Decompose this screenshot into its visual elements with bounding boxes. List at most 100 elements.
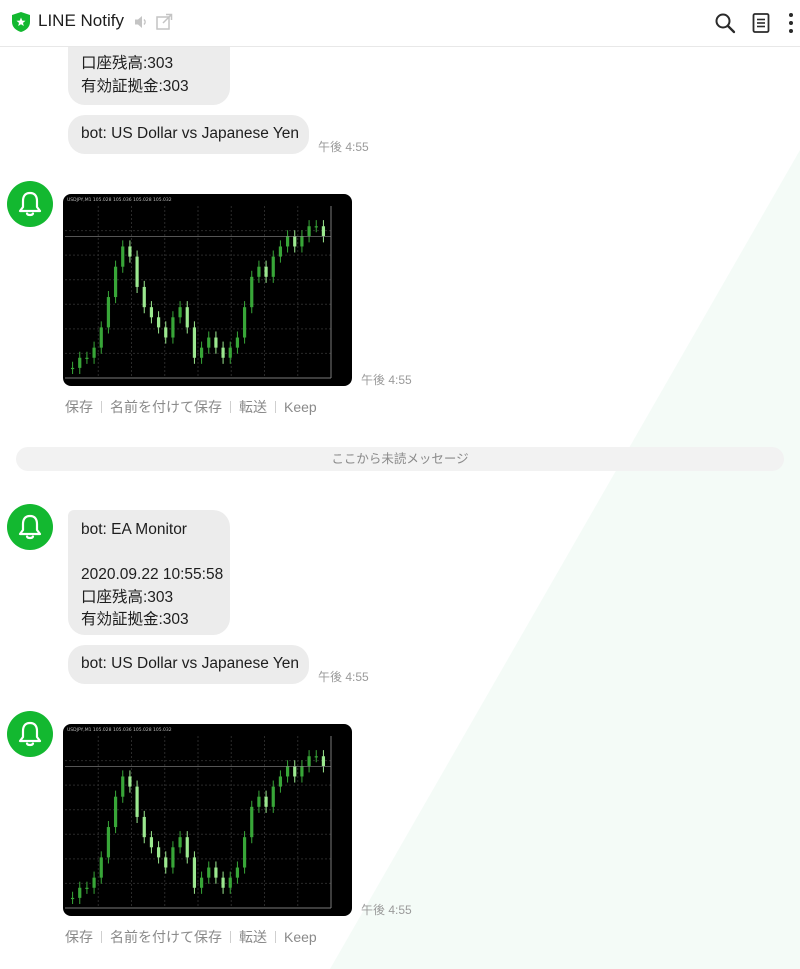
save-action[interactable]: 保存 xyxy=(65,397,93,417)
message-line: 有効証拠金:303 xyxy=(81,77,189,95)
message-bubble[interactable]: bot: US Dollar vs Japanese Yen xyxy=(68,645,309,684)
candle-body xyxy=(113,796,118,828)
candle-body xyxy=(264,266,268,277)
message-line xyxy=(81,542,217,565)
candle-body xyxy=(85,887,89,889)
candle-body xyxy=(178,837,182,848)
candle-body xyxy=(164,857,168,868)
candle-body xyxy=(214,337,218,348)
message-bubble[interactable]: bot: EA Monitor 2020.09.22 10:55:58 口座残高… xyxy=(68,510,230,635)
unread-divider: ここから未読メッセージ xyxy=(16,447,784,471)
candle-body xyxy=(300,766,304,777)
message-bubble[interactable]: 口座残高:303 有効証拠金:303 xyxy=(68,40,230,105)
candle-body xyxy=(192,857,197,888)
save-as-action[interactable]: 名前を付けて保存 xyxy=(110,397,222,417)
candle-body xyxy=(185,307,189,328)
candle-body xyxy=(70,897,75,900)
candle-body xyxy=(149,307,154,318)
candle-body xyxy=(178,307,182,318)
bot-avatar[interactable] xyxy=(7,711,53,757)
candle-body xyxy=(321,756,326,767)
message-line: 口座残高:303 xyxy=(81,55,174,72)
chart-svg: USDJPY,M1 105.028 105.036 105.028 105.03… xyxy=(65,727,332,909)
search-icon[interactable] xyxy=(714,12,736,34)
keep-action[interactable]: Keep xyxy=(284,929,317,945)
candle-body xyxy=(314,226,318,228)
candle-body xyxy=(135,256,139,287)
candle-body xyxy=(106,297,111,328)
bell-icon xyxy=(18,721,42,747)
chart-header-text: USDJPY,M1 105.028 105.036 105.028 105.03… xyxy=(67,197,172,203)
candle-body xyxy=(228,347,232,358)
chat-title: LINE Notify xyxy=(38,11,124,30)
candle-body xyxy=(85,357,89,359)
action-divider xyxy=(230,931,231,943)
save-action[interactable]: 保存 xyxy=(65,927,93,947)
candle-body xyxy=(113,266,118,298)
image-actions: 保存 名前を付けて保存 転送 Keep xyxy=(65,927,317,947)
message-line: 口座残高:303 xyxy=(81,588,174,606)
header-bar: LINE Notify xyxy=(0,0,800,47)
candle-body xyxy=(307,226,311,237)
candle-body xyxy=(235,867,240,878)
candle-body xyxy=(242,837,247,868)
candle-body xyxy=(78,357,82,368)
candle-body xyxy=(156,847,161,858)
bell-icon xyxy=(18,514,42,540)
forward-action[interactable]: 転送 xyxy=(239,927,267,947)
message-line: 有効証拠金:303 xyxy=(81,611,189,628)
popout-icon[interactable] xyxy=(156,13,173,30)
candle-body xyxy=(321,226,326,237)
candle-body xyxy=(264,796,268,807)
candle-body xyxy=(228,877,232,888)
message-timestamp: 午後 4:55 xyxy=(318,140,369,154)
notes-icon[interactable] xyxy=(751,12,771,34)
message-timestamp: 午後 4:55 xyxy=(361,373,412,387)
candle-body xyxy=(121,776,125,797)
candle-body xyxy=(70,367,75,370)
action-divider xyxy=(101,931,102,943)
candle-body xyxy=(92,347,96,358)
bot-avatar[interactable] xyxy=(7,181,53,227)
image-actions: 保存 名前を付けて保存 転送 Keep xyxy=(65,397,317,417)
candle-body xyxy=(199,347,204,358)
candle-body xyxy=(92,877,96,888)
bell-icon xyxy=(18,191,42,217)
forward-action[interactable]: 転送 xyxy=(239,397,267,417)
candle-body xyxy=(135,786,139,817)
candle-body xyxy=(99,327,103,348)
message-line: bot: US Dollar vs Japanese Yen xyxy=(81,655,299,672)
candle-body xyxy=(221,877,225,888)
candle-body xyxy=(78,887,82,898)
candle-body xyxy=(156,317,161,328)
chart-header-text: USDJPY,M1 105.028 105.036 105.028 105.03… xyxy=(67,727,172,733)
candle-body xyxy=(257,796,261,807)
message-timestamp: 午後 4:55 xyxy=(361,903,412,917)
candle-body xyxy=(293,766,297,777)
more-icon[interactable] xyxy=(782,11,800,35)
candle-body xyxy=(149,837,154,848)
candle-body xyxy=(285,766,290,777)
candle-body xyxy=(128,776,132,787)
save-as-action[interactable]: 名前を付けて保存 xyxy=(110,927,222,947)
chart-image[interactable]: USDJPY,M1 105.028 105.036 105.028 105.03… xyxy=(63,724,352,916)
candle-body xyxy=(128,246,132,257)
candle-body xyxy=(192,327,197,358)
candle-body xyxy=(300,236,304,247)
candle-body xyxy=(171,847,175,868)
action-divider xyxy=(275,401,276,413)
action-divider xyxy=(101,401,102,413)
candle-body xyxy=(106,827,111,858)
candle-body xyxy=(164,327,168,338)
candle-body xyxy=(214,867,218,878)
message-bubble[interactable]: bot: US Dollar vs Japanese Yen xyxy=(68,115,309,154)
candle-body xyxy=(199,877,204,888)
chart-image[interactable]: USDJPY,M1 105.028 105.036 105.028 105.03… xyxy=(63,194,352,386)
candle-body xyxy=(278,776,283,787)
bot-avatar[interactable] xyxy=(7,504,53,550)
keep-action[interactable]: Keep xyxy=(284,399,317,415)
candle-body xyxy=(250,276,254,308)
chart-svg: USDJPY,M1 105.028 105.036 105.028 105.03… xyxy=(65,197,332,379)
candle-body xyxy=(242,307,247,338)
speaker-mute-icon[interactable] xyxy=(133,14,149,30)
